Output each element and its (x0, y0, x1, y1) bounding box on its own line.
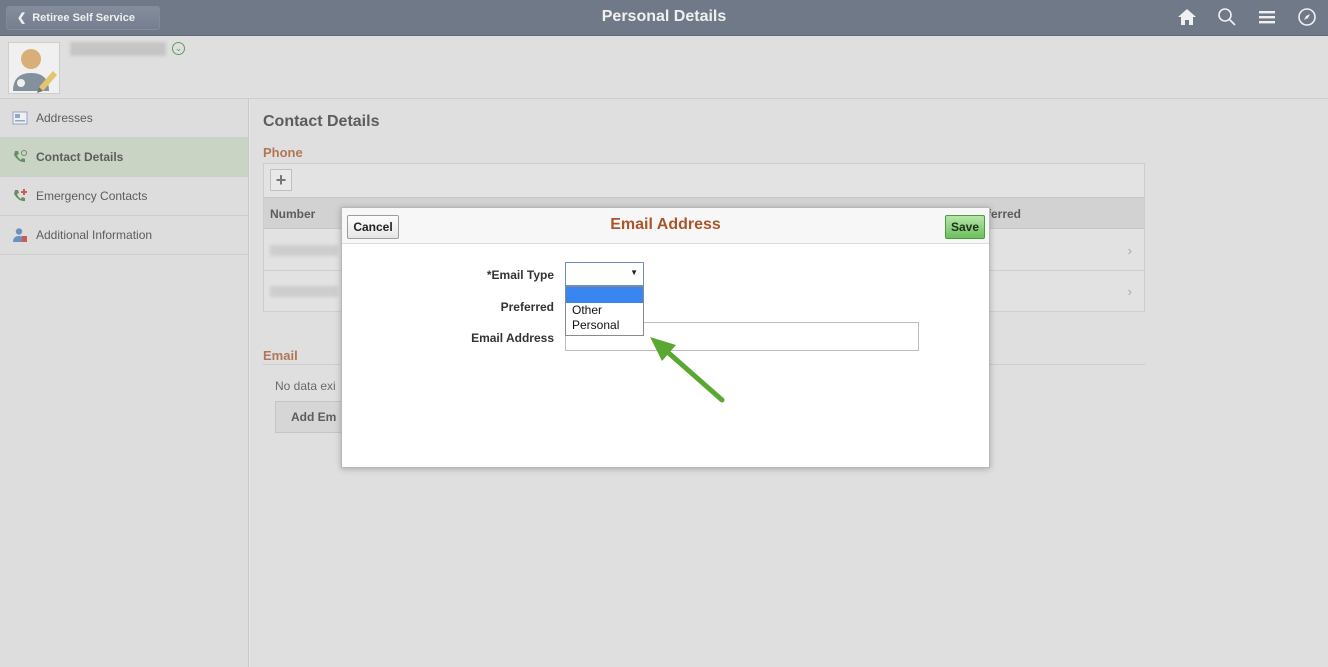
annotation-arrow-icon (650, 337, 725, 403)
